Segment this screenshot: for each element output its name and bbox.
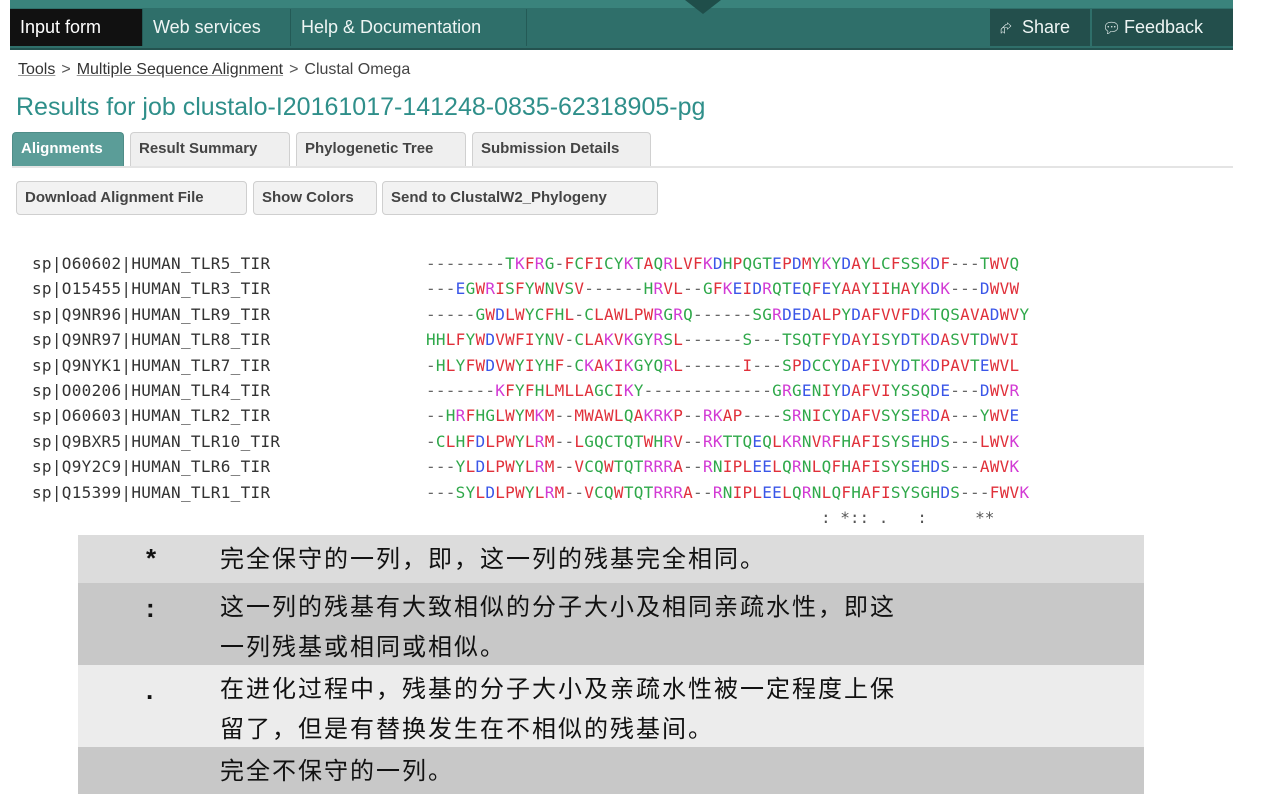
sequence-id: sp|Q9NYK1|HUMAN_TLR7_TIR xyxy=(32,355,271,375)
share-label: Share xyxy=(1022,17,1071,37)
sequence-residues: ---SYLDLPWYLRM--VCQWTQTRRRA--RNIPLEELQRN… xyxy=(426,482,1030,502)
tab-divider xyxy=(12,166,1233,168)
sequence-id: sp|Q9NR96|HUMAN_TLR9_TIR xyxy=(32,304,271,324)
sequence-residues: -----GWDLWYCFHL-CLAWLPWRGRQ------SGRDEDA… xyxy=(426,304,1030,324)
nav-tab-help-documentation[interactable]: Help & Documentation xyxy=(291,9,527,46)
feedback-label: Feedback xyxy=(1124,17,1204,37)
breadcrumb-separator: > xyxy=(289,61,299,78)
legend-description: 完全保守的一列，即，这一列的残基完全相同。 xyxy=(220,545,766,573)
legend-row: * 完全保守的一列，即，这一列的残基完全相同。 xyxy=(78,535,1144,583)
sequence-residues: HHLFYWDVWFIYNV-CLAKVKGYRSL------S---TSQT… xyxy=(426,330,1020,350)
header-notch xyxy=(685,0,721,14)
legend-description: 完全不保守的一列。 xyxy=(220,757,454,785)
legend-symbol: : xyxy=(146,593,155,623)
sequence-id: sp|Q9NR97|HUMAN_TLR8_TIR xyxy=(32,330,271,350)
legend-description: 留了，但是有替换发生在不相似的残基间。 xyxy=(220,715,714,743)
page-title: Results for job clustalo-I20161017-14124… xyxy=(16,93,706,121)
legend-symbol: * xyxy=(146,543,157,573)
send-to-clustalw2-button[interactable]: Send to ClustalW2_Phylogeny xyxy=(382,181,658,215)
legend-symbol: . xyxy=(146,675,154,705)
breadcrumb-current: Clustal Omega xyxy=(304,61,411,78)
sequence-id: sp|Q9Y2C9|HUMAN_TLR6_TIR xyxy=(32,457,271,477)
legend-description: 在进化过程中，残基的分子大小及亲疏水性被一定程度上保 xyxy=(220,675,896,703)
top-navigation-bar: Input form Web services Help & Documenta… xyxy=(10,0,1233,50)
speech-bubble-icon: 💬︎ xyxy=(1102,20,1122,37)
sequence-residues: --------TKFRG-FCFICYKTAQRLVFKDHPQGTEPDMY… xyxy=(426,254,1020,273)
sequence-residues: ---EGWRISFYWNVSV------HRVL--GFKEIDRQTEQF… xyxy=(426,279,1020,299)
nav-tab-input-form[interactable]: Input form xyxy=(10,9,143,46)
sequence-id: sp|Q15399|HUMAN_TLR1_TIR xyxy=(32,482,271,502)
consensus-line: : *:: . : ** xyxy=(426,508,995,527)
sequence-id: sp|O15455|HUMAN_TLR3_TIR xyxy=(32,279,271,299)
show-colors-button[interactable]: Show Colors xyxy=(253,181,377,215)
breadcrumb-separator: > xyxy=(61,61,71,78)
nav-tab-web-services[interactable]: Web services xyxy=(143,9,291,46)
breadcrumb: Tools > Multiple Sequence Alignment > Clusta… xyxy=(18,61,410,79)
header-accent-strip xyxy=(10,0,1233,8)
tab-alignments[interactable]: Alignments xyxy=(12,132,124,166)
tab-submission-details[interactable]: Submission Details xyxy=(472,132,651,166)
breadcrumb-msa-link[interactable]: Multiple Sequence Alignment xyxy=(77,61,283,78)
legend-row: 完全不保守的一列。 xyxy=(78,747,1144,794)
legend-description: 这一列的残基有大致相似的分子大小及相同亲疏水性，即这 xyxy=(220,593,896,621)
download-alignment-button[interactable]: Download Alignment File xyxy=(16,181,247,215)
sequence-id: sp|Q9BXR5|HUMAN_TLR10_TIR xyxy=(32,431,281,451)
sequence-id: sp|O00206|HUMAN_TLR4_TIR xyxy=(32,381,271,400)
sequence-residues: -CLHFDLPWYLRM--LGQCTQTWHRV--RKTTQEQLKRNV… xyxy=(426,431,1020,451)
sequence-residues: --HRFHGLWYMKM--MWAWLQAKRKP--RKAP----SRNI… xyxy=(426,406,1020,426)
share-icon: ⮳ xyxy=(1000,20,1013,37)
feedback-button[interactable]: 💬︎ Feedback xyxy=(1092,9,1233,46)
sequence-residues: -------KFYFHLMLLAGCIKY-------------GRGEN… xyxy=(426,381,1020,400)
breadcrumb-tools-link[interactable]: Tools xyxy=(18,61,55,78)
sequence-id: sp|O60602|HUMAN_TLR5_TIR xyxy=(32,254,271,273)
sequence-id: sp|O60603|HUMAN_TLR2_TIR xyxy=(32,406,271,426)
tab-result-summary[interactable]: Result Summary xyxy=(130,132,290,166)
legend-description: 一列残基或相同或相似。 xyxy=(220,633,506,661)
tab-phylogenetic-tree[interactable]: Phylogenetic Tree xyxy=(296,132,466,166)
legend-row: . 在进化过程中，残基的分子大小及亲疏水性被一定程度上保 留了，但是有替换发生在不相… xyxy=(78,665,1144,747)
sequence-residues: ---YLDLPWYLRM--VCQWTQTRRRA--RNIPLEELQRNL… xyxy=(426,457,1020,477)
share-button[interactable]: ⮳ Share xyxy=(990,9,1090,46)
legend-row: : 这一列的残基有大致相似的分子大小及相同亲疏水性，即这 一列残基或相同或相似。 xyxy=(78,583,1144,665)
sequence-residues: -HLYFWDVWYIYHF-CKAKIKGYQRL------I---SPDC… xyxy=(426,355,1020,375)
